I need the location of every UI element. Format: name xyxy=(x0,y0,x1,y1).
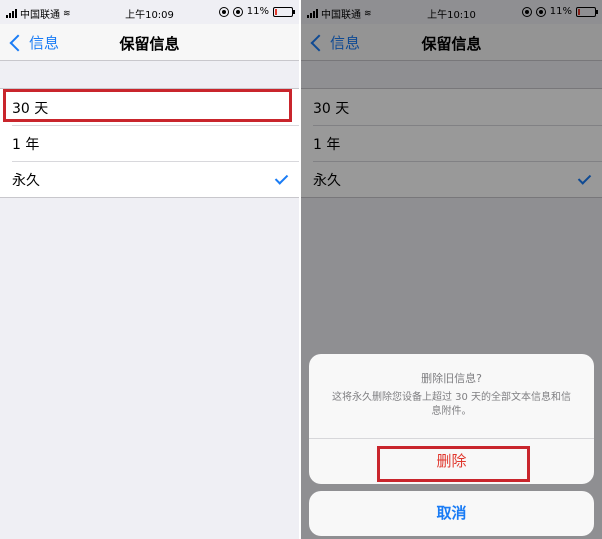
orientation-lock-icon xyxy=(218,6,229,17)
navigation-bar: 信息 保留信息 xyxy=(0,24,299,61)
cancel-sheet: 取消 xyxy=(309,491,594,536)
checkmark-icon xyxy=(274,171,289,185)
right-screen: 中国联通 ≋ 上午10:10 11% 信息 保留信息 30 天 1 年 永久 删… xyxy=(301,0,602,539)
left-screen: 中国联通 ≋ 上午10:09 11% 信息 保留信息 30 天 1 年 永久 xyxy=(0,0,299,539)
option-forever[interactable]: 永久 xyxy=(0,161,299,197)
option-label: 永久 xyxy=(12,173,40,189)
annotation-highlight-delete xyxy=(377,446,530,482)
option-1-year[interactable]: 1 年 xyxy=(0,125,299,161)
action-sheet-message: 这将永久删除您设备上超过 30 天的全部文本信息和信息附件。 xyxy=(331,392,572,417)
action-sheet-title: 删除旧信息? xyxy=(421,372,482,385)
annotation-highlight-30-days xyxy=(3,89,292,122)
page-title: 保留信息 xyxy=(119,35,180,53)
cancel-button[interactable]: 取消 xyxy=(309,491,594,536)
battery-percent: 11% xyxy=(246,6,269,17)
status-right-group: 11% xyxy=(218,6,295,17)
battery-icon xyxy=(273,6,295,17)
status-bar: 中国联通 ≋ 上午10:09 11% xyxy=(0,0,299,24)
alarm-icon xyxy=(232,6,243,17)
option-label: 1 年 xyxy=(12,137,40,153)
